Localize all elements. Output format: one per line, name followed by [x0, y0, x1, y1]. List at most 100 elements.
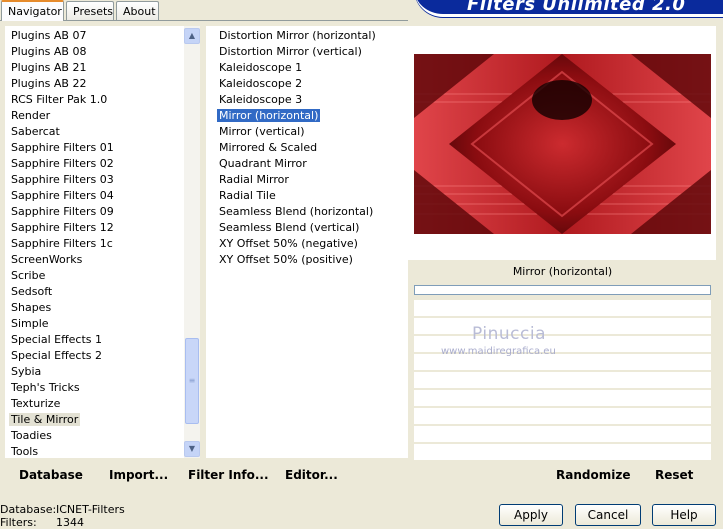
filter-list-item[interactable]: Seamless Blend (vertical)	[217, 220, 405, 236]
tab-navigator[interactable]: Navigator	[1, 0, 64, 21]
category-list-item-label: Render	[11, 109, 51, 122]
category-list-item[interactable]: Sapphire Filters 04	[9, 188, 183, 204]
filter-list-item[interactable]: Radial Mirror	[217, 172, 405, 188]
filter-list-item-label: Mirrored & Scaled	[219, 141, 318, 154]
category-list-item-label: Plugins AB 21	[11, 61, 87, 74]
parameter-row	[414, 318, 711, 334]
category-list-item[interactable]: Sapphire Filters 01	[9, 140, 183, 156]
filter-list-item-label: XY Offset 50% (positive)	[219, 253, 353, 266]
category-list-item[interactable]: Sapphire Filters 02	[9, 156, 183, 172]
parameter-row	[414, 300, 711, 316]
category-list-item[interactable]: Sabercat	[9, 124, 183, 140]
randomize-button[interactable]: Randomize	[556, 468, 630, 482]
filter-list-item-label: Kaleidoscope 3	[219, 93, 303, 106]
filter-info-button[interactable]: Filter Info...	[188, 468, 269, 482]
tab-about-label: About	[123, 5, 156, 18]
category-list[interactable]: Plugins AB 07 Plugins AB 08 Plugins AB 21 P…	[9, 28, 183, 460]
category-list-item[interactable]: Texturize	[9, 396, 183, 412]
tab-about[interactable]: About	[116, 1, 159, 20]
status-database-value: ICNET-Filters	[56, 503, 125, 516]
category-list-item-label: Teph's Tricks	[11, 381, 80, 394]
category-list-item[interactable]: Sapphire Filters 03	[9, 172, 183, 188]
tab-presets-label: Presets	[73, 5, 114, 18]
category-list-item-label: Sabercat	[11, 125, 60, 138]
scroll-thumb[interactable]: ≡	[185, 338, 199, 424]
category-list-item[interactable]: Tools	[9, 444, 183, 460]
category-list-item-label: Sapphire Filters 03	[11, 173, 114, 186]
category-list-item-label: Tile & Mirror	[9, 413, 81, 426]
category-list-item[interactable]: Shapes	[9, 300, 183, 316]
database-button[interactable]: Database	[19, 468, 83, 482]
category-list-item-label: Texturize	[11, 397, 61, 410]
filter-list-item[interactable]: Seamless Blend (horizontal)	[217, 204, 405, 220]
parameter-row	[414, 390, 711, 406]
scroll-up-icon[interactable]: ▲	[184, 28, 200, 44]
watermark-url: www.maidiregrafica.eu	[441, 346, 556, 357]
status-filters-value: 1344	[56, 516, 84, 529]
scroll-down-icon[interactable]: ▼	[184, 441, 200, 457]
category-list-item[interactable]: Special Effects 2	[9, 348, 183, 364]
category-list-item[interactable]: Plugins AB 08	[9, 44, 183, 60]
category-list-item[interactable]: Sedsoft	[9, 284, 183, 300]
import-button[interactable]: Import...	[109, 468, 168, 482]
help-button[interactable]: Help	[652, 504, 716, 526]
tab-navigator-label: Navigator	[8, 5, 62, 18]
category-list-item-label: Toadies	[11, 429, 52, 442]
category-list-item[interactable]: Sapphire Filters 09	[9, 204, 183, 220]
filter-list-item-label: Mirror (horizontal)	[217, 109, 321, 122]
editor-button[interactable]: Editor...	[285, 468, 338, 482]
cancel-button[interactable]: Cancel	[575, 504, 641, 526]
filter-list-item[interactable]: Kaleidoscope 1	[217, 60, 405, 76]
filter-list-item-label: Mirror (vertical)	[219, 125, 305, 138]
reset-button[interactable]: Reset	[655, 468, 693, 482]
progress-bar	[414, 285, 711, 295]
parameter-row	[414, 372, 711, 388]
preview-caption: Mirror (horizontal)	[414, 262, 711, 282]
category-list-item[interactable]: Plugins AB 07	[9, 28, 183, 44]
category-list-item-label: Sapphire Filters 01	[11, 141, 114, 154]
filter-list-item-label: Kaleidoscope 1	[219, 61, 303, 74]
parameter-row	[414, 408, 711, 424]
category-list-item-label: Sapphire Filters 02	[11, 157, 114, 170]
category-list-item[interactable]: Sybia	[9, 364, 183, 380]
category-list-item[interactable]: Sapphire Filters 1c	[9, 236, 183, 252]
category-list-item[interactable]: Tile & Mirror	[9, 412, 183, 428]
filter-list[interactable]: Distortion Mirror (horizontal) Distortion…	[217, 28, 405, 268]
filter-list-item[interactable]: Mirror (horizontal)	[217, 108, 405, 124]
category-list-item[interactable]: Toadies	[9, 428, 183, 444]
preview-image	[414, 54, 711, 234]
filter-list-item-label: Seamless Blend (vertical)	[219, 221, 360, 234]
category-list-item[interactable]: Scribe	[9, 268, 183, 284]
filter-list-item[interactable]: Kaleidoscope 2	[217, 76, 405, 92]
category-list-item-label: Sapphire Filters 09	[11, 205, 114, 218]
filter-list-item[interactable]: XY Offset 50% (negative)	[217, 236, 405, 252]
category-list-item[interactable]: Sapphire Filters 12	[9, 220, 183, 236]
category-list-item-label: Sapphire Filters 12	[11, 221, 114, 234]
category-list-item[interactable]: Special Effects 1	[9, 332, 183, 348]
filter-list-item[interactable]: Quadrant Mirror	[217, 156, 405, 172]
parameter-row	[414, 426, 711, 442]
filter-list-item-label: XY Offset 50% (negative)	[219, 237, 358, 250]
category-list-item[interactable]: Plugins AB 22	[9, 76, 183, 92]
filter-list-item-label: Seamless Blend (horizontal)	[219, 205, 374, 218]
category-list-item-label: Simple	[11, 317, 49, 330]
category-list-item[interactable]: Plugins AB 21	[9, 60, 183, 76]
filter-list-item-label: Kaleidoscope 2	[219, 77, 303, 90]
category-list-item[interactable]: RCS Filter Pak 1.0	[9, 92, 183, 108]
filter-list-item[interactable]: Distortion Mirror (vertical)	[217, 44, 405, 60]
category-list-item[interactable]: ScreenWorks	[9, 252, 183, 268]
category-list-item[interactable]: Simple	[9, 316, 183, 332]
filter-list-item[interactable]: Distortion Mirror (horizontal)	[217, 28, 405, 44]
category-list-item-label: Shapes	[11, 301, 52, 314]
filter-list-item[interactable]: Mirrored & Scaled	[217, 140, 405, 156]
filter-list-item[interactable]: Radial Tile	[217, 188, 405, 204]
filter-list-item[interactable]: Kaleidoscope 3	[217, 92, 405, 108]
filter-list-item[interactable]: Mirror (vertical)	[217, 124, 405, 140]
tab-presets[interactable]: Presets	[66, 1, 114, 20]
category-list-item-label: ScreenWorks	[11, 253, 83, 266]
category-scrollbar[interactable]: ▲ ≡ ▼	[184, 26, 200, 458]
apply-button[interactable]: Apply	[499, 504, 563, 526]
filter-list-item[interactable]: XY Offset 50% (positive)	[217, 252, 405, 268]
category-list-item[interactable]: Render	[9, 108, 183, 124]
category-list-item[interactable]: Teph's Tricks	[9, 380, 183, 396]
